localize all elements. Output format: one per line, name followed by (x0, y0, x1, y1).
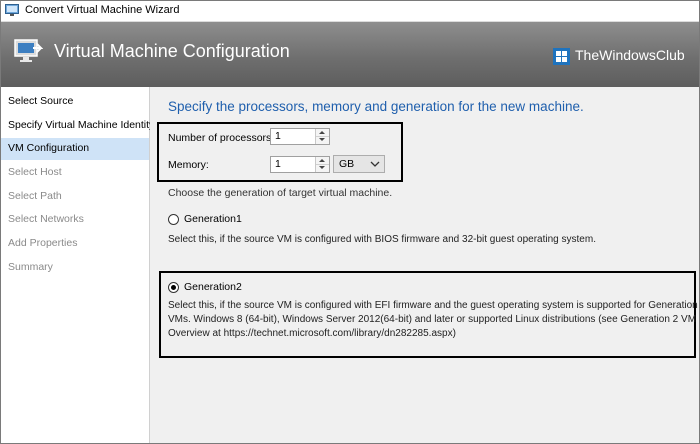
title-bar: Convert Virtual Machine Wizard (1, 1, 699, 22)
app-icon (5, 4, 19, 16)
window-title: Convert Virtual Machine Wizard (25, 4, 180, 16)
brand-text: TheWindowsClub (575, 47, 685, 63)
nav-item-summary[interactable]: Summary (1, 257, 149, 279)
brand-logo-icon (553, 48, 570, 65)
generation2-description: Select this, if the source VM is configu… (168, 299, 700, 341)
nav-item-vm-configuration[interactable]: VM Configuration (1, 138, 149, 160)
spin-up-arrow-icon[interactable] (316, 129, 329, 137)
memory-label: Memory: (168, 159, 209, 171)
generation2-radio[interactable] (168, 282, 179, 293)
chevron-down-icon (370, 161, 380, 167)
nav-item-select-source[interactable]: Select Source (1, 91, 149, 113)
nav-item-select-path[interactable]: Select Path (1, 186, 149, 208)
spin-down-arrow-icon[interactable] (316, 137, 329, 144)
spin-down-arrow-icon[interactable] (316, 165, 329, 172)
generation2-description-line: Overview at https://technet.microsoft.co… (168, 328, 456, 339)
generation1-radio[interactable] (168, 214, 179, 225)
nav-item-select-networks[interactable]: Select Networks (1, 209, 149, 231)
processors-label: Number of processors: (168, 132, 275, 144)
generation2-label[interactable]: Generation2 (184, 281, 242, 293)
memory-unit-value: GB (339, 158, 355, 170)
generation-prompt: Choose the generation of target virtual … (168, 187, 393, 199)
main-content: Specify the processors, memory and gener… (150, 87, 699, 443)
memory-spin-buttons (315, 157, 329, 172)
header-banner: Virtual Machine Configuration TheWindows… (1, 22, 699, 87)
nav-item-add-properties[interactable]: Add Properties (1, 233, 149, 255)
generation1-description: Select this, if the source VM is configu… (168, 234, 596, 245)
processors-value: 1 (275, 130, 281, 142)
nav-item-specify-vm-identity[interactable]: Specify Virtual Machine Identity (1, 115, 154, 137)
spin-up-arrow-icon[interactable] (316, 157, 329, 165)
generation1-label[interactable]: Generation1 (184, 213, 242, 225)
wizard-steps-nav: Select Source Specify Virtual Machine Id… (1, 87, 154, 443)
memory-value: 1 (275, 158, 281, 170)
memory-unit-select[interactable]: GB (333, 155, 385, 173)
virtual-machine-icon (14, 39, 43, 62)
page-title: Virtual Machine Configuration (54, 41, 290, 61)
section-heading: Specify the processors, memory and gener… (168, 99, 584, 114)
memory-stepper[interactable]: 1 (270, 156, 330, 173)
generation2-description-line: VMs. Windows 8 (64-bit), Windows Server … (168, 314, 697, 325)
processors-spin-buttons (315, 129, 329, 144)
processors-stepper[interactable]: 1 (270, 128, 330, 145)
generation2-description-line: Select this, if the source VM is configu… (168, 300, 700, 311)
wizard-window: Convert Virtual Machine Wizard Virtual M… (0, 0, 700, 444)
nav-item-select-host[interactable]: Select Host (1, 162, 149, 184)
